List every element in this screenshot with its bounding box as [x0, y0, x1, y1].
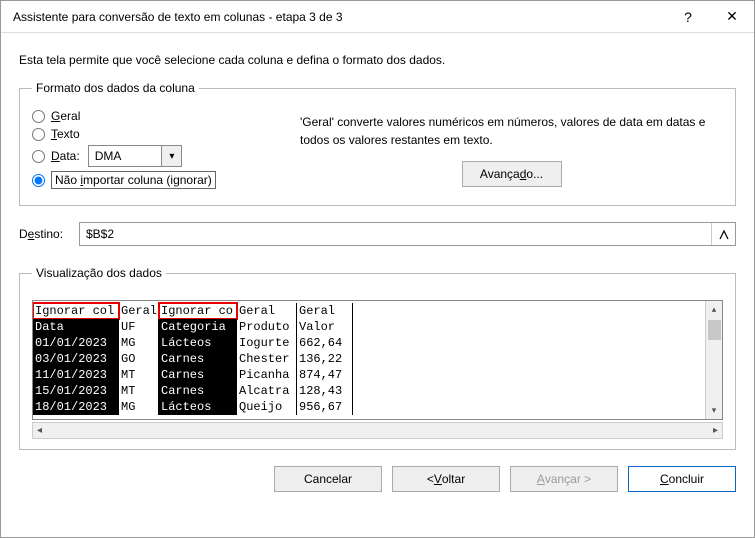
- preview-cell[interactable]: Lácteos: [159, 335, 237, 351]
- preview-cell[interactable]: 128,43: [297, 383, 353, 399]
- cancel-button[interactable]: Cancelar: [274, 466, 382, 492]
- scroll-down-icon[interactable]: ▾: [706, 402, 722, 419]
- vertical-scrollbar[interactable]: ▴ ▾: [705, 301, 722, 419]
- scroll-left-icon[interactable]: ◂: [37, 425, 42, 436]
- preview-cell[interactable]: Iogurte: [237, 335, 297, 351]
- preview-header[interactable]: Ignorar co: [159, 303, 237, 319]
- preview-cell[interactable]: 874,47: [297, 367, 353, 383]
- preview-cell[interactable]: GO: [119, 351, 159, 367]
- preview-header[interactable]: Ignorar col: [33, 303, 119, 319]
- preview-cell[interactable]: Carnes: [159, 367, 237, 383]
- radio-geral[interactable]: [32, 110, 45, 123]
- preview-legend: Visualização dos dados: [32, 266, 166, 280]
- preview-cell[interactable]: 03/01/2023: [33, 351, 119, 367]
- chevron-down-icon[interactable]: ▾: [161, 146, 181, 166]
- radio-data[interactable]: [32, 150, 45, 163]
- close-button[interactable]: ✕: [710, 1, 754, 33]
- preview-cell[interactable]: MT: [119, 367, 159, 383]
- preview-grid[interactable]: Ignorar colGeralIgnorar coGeralGeralData…: [33, 301, 705, 419]
- preview-cell[interactable]: Queijo: [237, 399, 297, 415]
- preview-cell[interactable]: Picanha: [237, 367, 297, 383]
- scroll-thumb[interactable]: [708, 320, 721, 340]
- preview-cell[interactable]: 662,64: [297, 335, 353, 351]
- preview-cell[interactable]: Carnes: [159, 351, 237, 367]
- scroll-right-icon[interactable]: ▸: [713, 425, 718, 436]
- advanced-button[interactable]: Avançado...: [462, 161, 562, 187]
- preview-cell[interactable]: 11/01/2023: [33, 367, 119, 383]
- radio-texto-label[interactable]: Texto: [51, 127, 80, 141]
- format-hint: 'Geral' converte valores numéricos em nú…: [300, 113, 723, 149]
- radio-ignorar-label[interactable]: Não importar coluna (ignorar): [51, 171, 216, 189]
- preview-cell[interactable]: 18/01/2023: [33, 399, 119, 415]
- preview-cell[interactable]: UF: [119, 319, 159, 335]
- preview-cell[interactable]: MG: [119, 335, 159, 351]
- finish-button[interactable]: Concluir: [628, 466, 736, 492]
- preview-cell[interactable]: Categoria: [159, 319, 237, 335]
- destination-input[interactable]: [80, 223, 711, 245]
- preview-cell[interactable]: Lácteos: [159, 399, 237, 415]
- next-button: Avançar >: [510, 466, 618, 492]
- preview-cell[interactable]: 15/01/2023: [33, 383, 119, 399]
- back-button[interactable]: < Voltar: [392, 466, 500, 492]
- intro-text: Esta tela permite que você selecione cad…: [19, 53, 736, 67]
- window-title: Assistente para conversão de texto em co…: [13, 10, 666, 24]
- date-format-value: DMA: [89, 149, 162, 163]
- preview-group: Visualização dos dados Ignorar colGeralI…: [19, 266, 736, 450]
- radio-ignorar[interactable]: [32, 174, 45, 187]
- footer-buttons: Cancelar < Voltar Avançar > Concluir: [19, 466, 736, 492]
- preview-cell[interactable]: 136,22: [297, 351, 353, 367]
- preview-cell[interactable]: Chester: [237, 351, 297, 367]
- titlebar: Assistente para conversão de texto em co…: [1, 1, 754, 33]
- column-format-legend: Formato dos dados da coluna: [32, 81, 199, 95]
- preview-cell[interactable]: Alcatra: [237, 383, 297, 399]
- destination-label: Destino:: [19, 227, 79, 241]
- preview-cell[interactable]: 956,67: [297, 399, 353, 415]
- range-picker-icon[interactable]: [711, 223, 735, 245]
- preview-cell[interactable]: Valor: [297, 319, 353, 335]
- preview-header[interactable]: Geral: [237, 303, 297, 319]
- column-format-group: Formato dos dados da coluna Geral Texto …: [19, 81, 736, 206]
- date-format-combo[interactable]: DMA ▾: [88, 145, 183, 167]
- radio-texto[interactable]: [32, 128, 45, 141]
- help-button[interactable]: ?: [666, 1, 710, 33]
- scroll-up-icon[interactable]: ▴: [706, 301, 722, 318]
- preview-cell[interactable]: MT: [119, 383, 159, 399]
- radio-data-label[interactable]: Data:: [51, 149, 80, 163]
- preview-cell[interactable]: Data: [33, 319, 119, 335]
- preview-cell[interactable]: 01/01/2023: [33, 335, 119, 351]
- preview-cell[interactable]: Carnes: [159, 383, 237, 399]
- horizontal-scrollbar[interactable]: ◂ ▸: [32, 422, 723, 439]
- preview-cell[interactable]: Produto: [237, 319, 297, 335]
- preview-cell[interactable]: MG: [119, 399, 159, 415]
- radio-geral-label[interactable]: Geral: [51, 109, 80, 123]
- preview-header[interactable]: Geral: [297, 303, 353, 319]
- preview-header[interactable]: Geral: [119, 303, 159, 319]
